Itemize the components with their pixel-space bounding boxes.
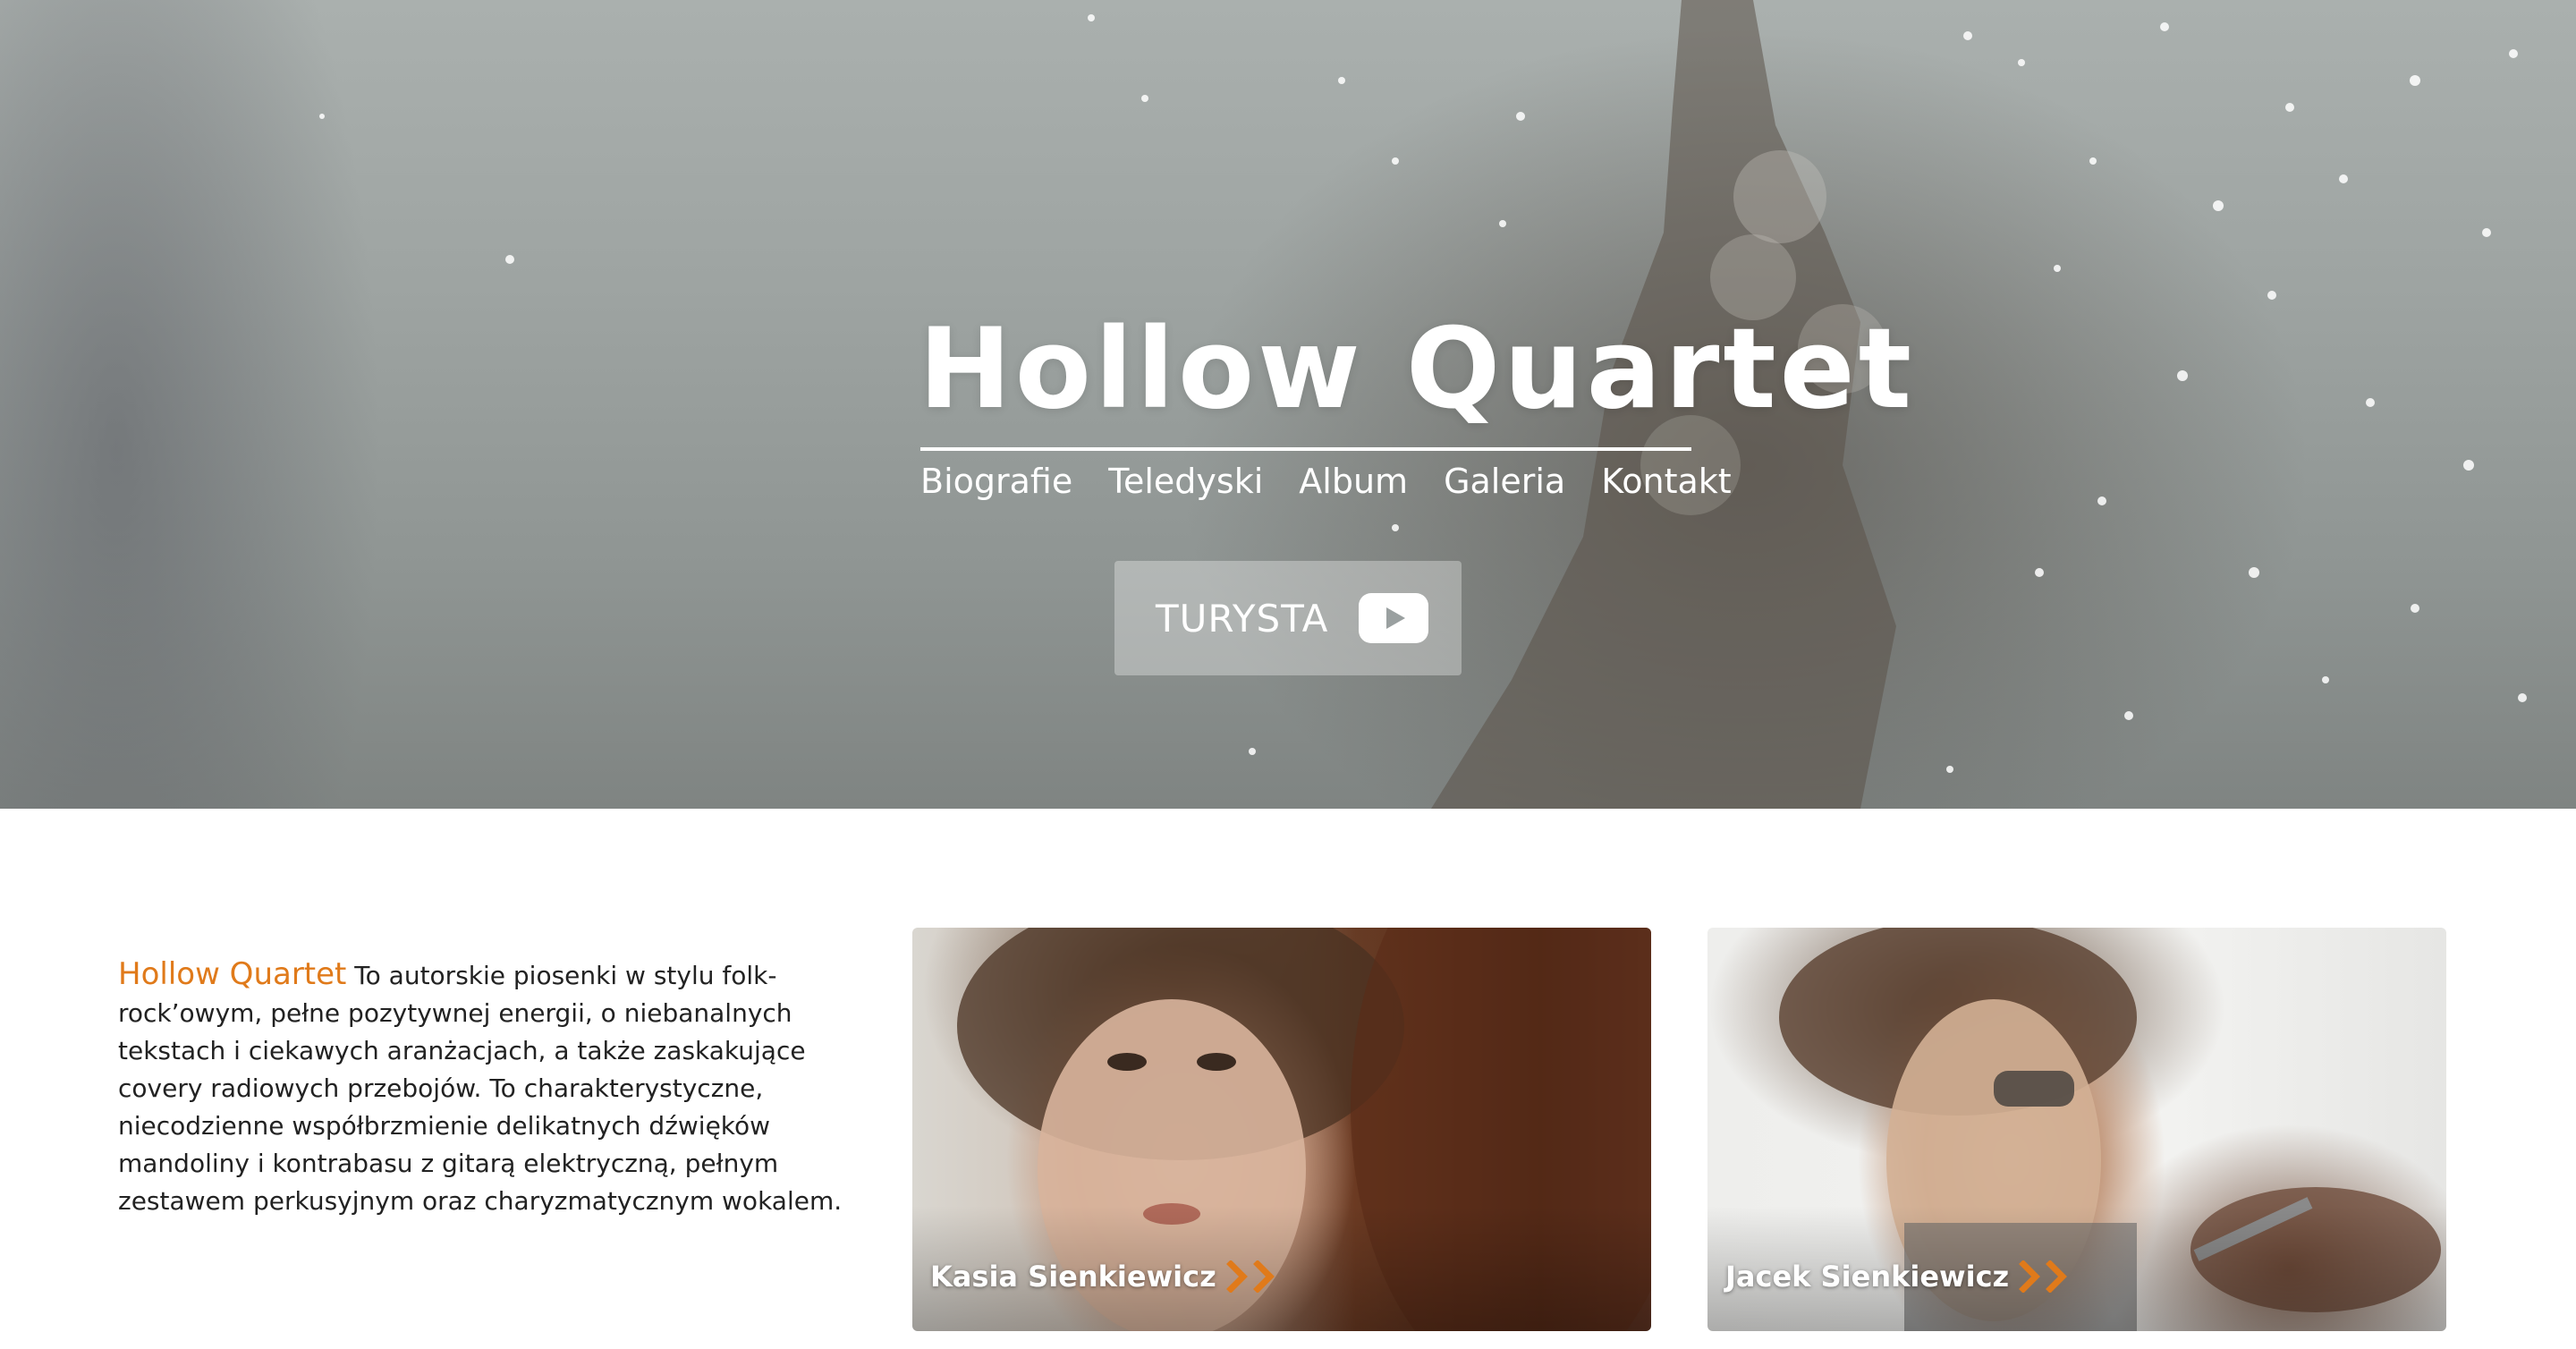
nav-galeria[interactable]: Galeria bbox=[1444, 458, 1565, 505]
band-description-text: To autorskie piosenki w stylu folk-rock’… bbox=[118, 961, 843, 1216]
hero-banner: Hollow Quartet Biografie Teledyski Album… bbox=[0, 0, 2576, 809]
nav-biografie[interactable]: Biografie bbox=[920, 458, 1072, 505]
member-name: Jacek Sienkiewicz bbox=[1725, 1260, 2010, 1294]
double-chevron-right-icon bbox=[2019, 1260, 2068, 1293]
site-title: Hollow Quartet bbox=[919, 305, 1916, 434]
member-card-jacek[interactable]: Jacek Sienkiewicz bbox=[1707, 928, 2446, 1331]
member-card-kasia[interactable]: Kasia Sienkiewicz bbox=[912, 928, 1651, 1331]
youtube-play-icon bbox=[1359, 593, 1428, 643]
video-button-label: TURYSTA bbox=[1156, 596, 1329, 641]
video-play-button[interactable]: TURYSTA bbox=[1114, 561, 1462, 675]
nav-kontakt[interactable]: Kontakt bbox=[1601, 458, 1731, 505]
band-description: Hollow Quartet To autorskie piosenki w s… bbox=[118, 955, 871, 1220]
band-name-highlight: Hollow Quartet bbox=[118, 956, 347, 992]
member-name: Kasia Sienkiewicz bbox=[930, 1260, 1216, 1294]
main-nav: Biografie Teledyski Album Galeria Kontak… bbox=[920, 458, 1732, 505]
nav-teledyski[interactable]: Teledyski bbox=[1108, 458, 1263, 505]
double-chevron-right-icon bbox=[1225, 1260, 1275, 1293]
nav-album[interactable]: Album bbox=[1299, 458, 1408, 505]
title-divider bbox=[920, 447, 1691, 451]
